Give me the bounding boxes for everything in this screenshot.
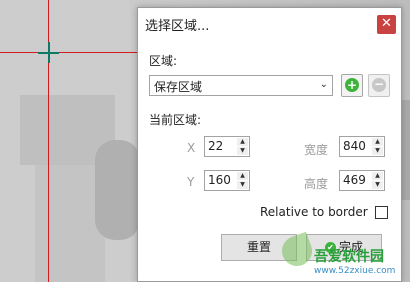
remove-region-button[interactable]: − xyxy=(368,74,390,97)
watermark-site-name: 吾爱软件园 xyxy=(314,249,384,265)
width-label: 宽度 xyxy=(304,143,329,157)
width-value: 840 xyxy=(343,139,366,153)
spin-up-icon[interactable]: ▲ xyxy=(237,138,248,146)
close-button[interactable]: ✕ xyxy=(377,15,396,34)
watermark-site-url: www.52zxiue.com xyxy=(314,266,396,276)
height-label: 高度 xyxy=(304,177,329,191)
close-icon: ✕ xyxy=(381,16,392,31)
spin-up-icon[interactable]: ▲ xyxy=(372,172,383,180)
add-region-button[interactable]: + xyxy=(341,74,363,97)
y-spinbox[interactable]: 160 ▲ ▼ xyxy=(204,170,250,191)
region-label: 区域: xyxy=(149,54,178,68)
x-value: 22 xyxy=(208,139,224,153)
current-region-label: 当前区域: xyxy=(149,113,202,127)
background-figure xyxy=(95,140,140,240)
selection-guide-horizontal xyxy=(0,52,137,53)
x-spinbox[interactable]: 22 ▲ ▼ xyxy=(204,136,250,157)
x-label: X xyxy=(187,141,196,155)
spin-up-icon[interactable]: ▲ xyxy=(372,138,383,146)
spin-down-icon[interactable]: ▼ xyxy=(237,147,248,155)
remove-icon: − xyxy=(372,77,386,92)
add-icon: + xyxy=(345,78,359,92)
spin-up-icon[interactable]: ▲ xyxy=(237,172,248,180)
relative-to-border-label: Relative to border xyxy=(260,205,368,219)
crosshair-cursor-icon[interactable] xyxy=(38,42,59,63)
y-value: 160 xyxy=(208,173,231,187)
spin-down-icon[interactable]: ▼ xyxy=(372,147,383,155)
height-value: 469 xyxy=(343,173,366,187)
width-spinbox[interactable]: 840 ▲ ▼ xyxy=(339,136,385,157)
site-watermark: 吾爱软件园 www.52zxiue.com xyxy=(277,218,410,278)
spin-down-icon[interactable]: ▼ xyxy=(372,181,383,189)
region-select[interactable]: 保存区域 ⌄ xyxy=(149,75,333,96)
watermark-logo-icon xyxy=(277,231,317,271)
spin-down-icon[interactable]: ▼ xyxy=(237,181,248,189)
height-spinbox[interactable]: 469 ▲ ▼ xyxy=(339,170,385,191)
y-label: Y xyxy=(187,175,195,189)
dialog-title: 选择区域... xyxy=(145,19,210,34)
region-select-value: 保存区域 xyxy=(154,80,203,94)
chevron-down-icon: ⌄ xyxy=(319,79,328,90)
